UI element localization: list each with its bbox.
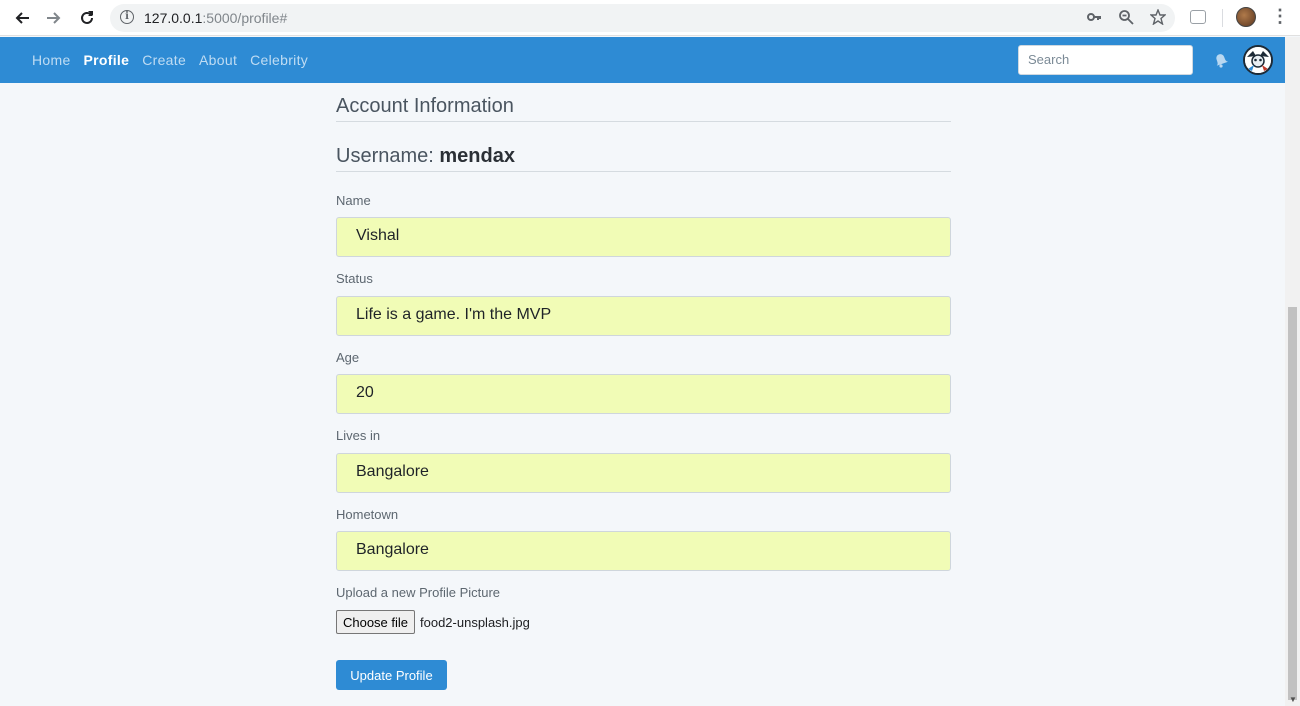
url-text[interactable]: 127.0.0.1:5000/profile#: [144, 10, 287, 26]
lives-in-label: Lives in: [336, 428, 381, 443]
divider: [336, 121, 951, 122]
age-label: Age: [336, 350, 360, 365]
browser-profile-avatar[interactable]: [1236, 7, 1256, 27]
nav-link-profile[interactable]: Profile: [84, 52, 130, 68]
status-field[interactable]: Life is a game. I'm the MVP: [336, 296, 951, 336]
divider: [336, 171, 951, 172]
section-title: Account Information: [336, 95, 514, 117]
zoom-icon[interactable]: [1117, 8, 1135, 26]
username-label: Username:: [336, 145, 434, 167]
selected-file-name: food2-unsplash.jpg: [420, 614, 530, 630]
lives-in-field[interactable]: Bangalore: [336, 453, 951, 493]
scroll-down-arrow-icon[interactable]: ▼: [1289, 695, 1297, 704]
nav-link-celebrity[interactable]: Celebrity: [250, 52, 308, 68]
hometown-label: Hometown: [336, 507, 399, 522]
name-field[interactable]: Vishal: [336, 217, 951, 257]
user-avatar[interactable]: [1243, 45, 1273, 75]
nav-link-home[interactable]: Home: [32, 52, 71, 68]
nav-link-about[interactable]: About: [199, 52, 237, 68]
key-icon[interactable]: [1085, 8, 1103, 26]
browser-menu-icon[interactable]: ⋮: [1271, 6, 1289, 27]
file-upload: Choose file food2-unsplash.jpg: [336, 610, 530, 634]
name-label: Name: [336, 193, 371, 208]
back-icon[interactable]: [10, 6, 34, 30]
app-navbar: Home Profile Create About Celebrity Sear…: [0, 37, 1285, 83]
upload-label: Upload a new Profile Picture: [336, 585, 501, 600]
status-label: Status: [336, 271, 373, 286]
reload-icon[interactable]: [75, 6, 99, 30]
notification-bell-icon[interactable]: [1212, 51, 1230, 69]
scrollbar-thumb[interactable]: [1288, 307, 1297, 700]
hometown-field[interactable]: Bangalore: [336, 531, 951, 571]
extension-icon[interactable]: [1190, 10, 1206, 24]
search-input[interactable]: Search: [1018, 45, 1193, 75]
address-bar[interactable]: i 127.0.0.1:5000/profile#: [110, 4, 1175, 32]
page-scrollbar[interactable]: ▼: [1285, 37, 1300, 706]
nav-links: Home Profile Create About Celebrity: [32, 52, 308, 68]
bookmark-star-icon[interactable]: [1149, 8, 1167, 26]
toolbar-divider: [1222, 9, 1223, 27]
username-heading: Username: mendax: [336, 145, 515, 168]
info-icon[interactable]: i: [120, 10, 134, 24]
update-profile-button[interactable]: Update Profile: [336, 660, 447, 690]
choose-file-button[interactable]: Choose file: [336, 610, 415, 634]
forward-icon[interactable]: [42, 6, 66, 30]
age-field[interactable]: 20: [336, 374, 951, 414]
browser-toolbar: i 127.0.0.1:5000/profile# ⋮: [0, 0, 1300, 36]
nav-link-create[interactable]: Create: [142, 52, 186, 68]
username-value: mendax: [439, 145, 515, 167]
